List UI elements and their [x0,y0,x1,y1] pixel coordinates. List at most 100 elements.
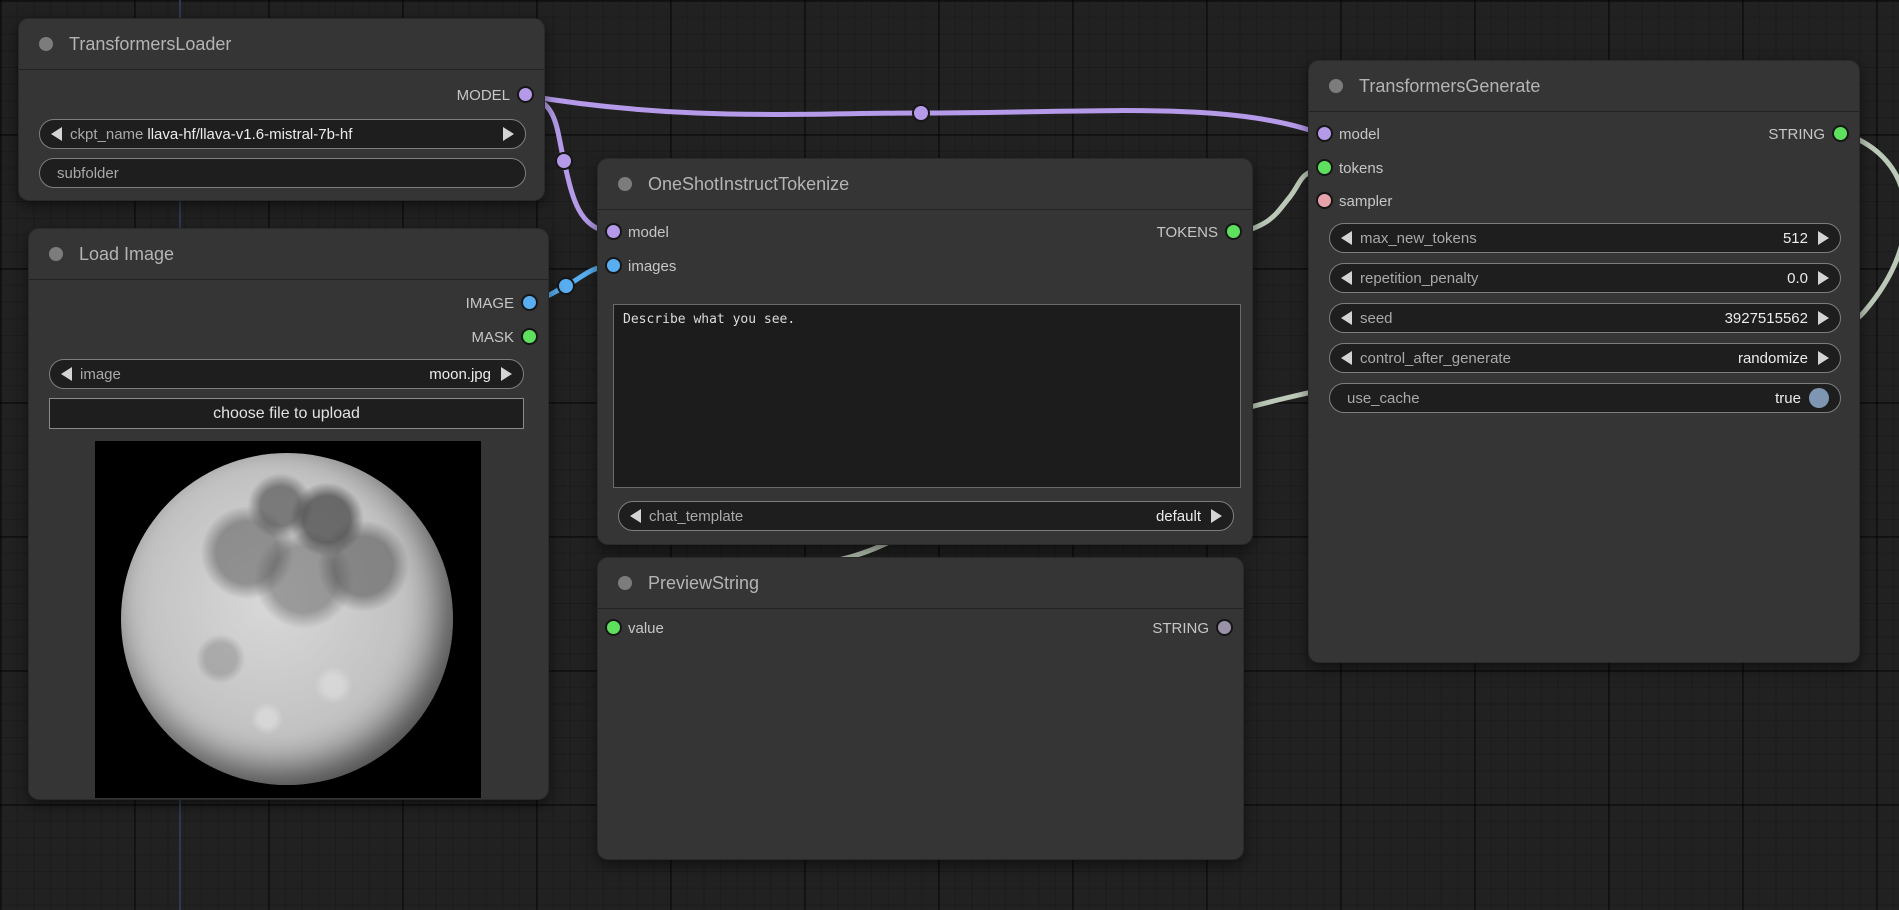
output-slot-image: IMAGE [466,291,548,317]
string-output-dot[interactable] [1218,621,1231,634]
node-transformers-loader[interactable]: TransformersLoader MODEL ckpt_name llava… [18,18,545,201]
repetition-penalty-widget[interactable]: repetition_penalty 0.0 [1329,263,1841,293]
seed-widget[interactable]: seed 3927515562 [1329,303,1841,333]
tokens-input-dot[interactable] [1318,161,1331,174]
node-status-icon [39,37,53,51]
increment-arrow-icon[interactable] [1211,509,1222,523]
subfolder-input[interactable]: subfolder [39,158,526,188]
link-model-to-generate [523,95,1321,134]
image-preview [95,441,481,798]
node-title: Load Image [79,229,174,279]
increment-arrow-icon[interactable] [1818,311,1829,325]
widget-value: randomize [1738,350,1808,367]
widget-value: default [1156,508,1201,525]
output-slot-model: MODEL [457,83,544,109]
input-label: value [628,620,664,637]
model-input-dot[interactable] [607,225,620,238]
widget-label: repetition_penalty [1360,270,1478,287]
widget-value: 3927515562 [1725,310,1808,327]
widget-label: ckpt_name [70,126,143,143]
input-slot-model: model [598,220,669,246]
widget-value: true [1775,390,1801,407]
node-header[interactable]: OneShotInstructTokenize [598,159,1252,210]
widget-value: moon.jpg [429,366,491,383]
node-header[interactable]: PreviewString [598,558,1243,609]
output-slot-tokens: TOKENS [1157,220,1252,246]
output-slot-mask: MASK [471,325,548,351]
decrement-arrow-icon[interactable] [51,127,62,141]
model-output-dot[interactable] [519,88,532,101]
node-header[interactable]: TransformersGenerate [1309,61,1859,112]
increment-arrow-icon[interactable] [501,367,512,381]
decrement-arrow-icon[interactable] [1341,351,1352,365]
input-label: sampler [1339,193,1392,210]
moon-image [121,453,453,785]
output-slot-string: STRING [1768,122,1859,148]
increment-arrow-icon[interactable] [503,127,514,141]
node-title: PreviewString [648,558,759,608]
node-title: TransformersLoader [69,19,231,69]
string-output-dot[interactable] [1834,127,1847,140]
ckpt-name-widget[interactable]: ckpt_name llava-hf/llava-v1.6-mistral-7b… [39,119,526,149]
input-label: model [628,224,669,241]
node-preview-string[interactable]: PreviewString value STRING [597,557,1244,860]
link-midpoint-dot[interactable] [913,105,929,121]
link-midpoint-dot[interactable] [558,278,574,294]
node-title: TransformersGenerate [1359,61,1540,111]
images-input-dot[interactable] [607,259,620,272]
decrement-arrow-icon[interactable] [630,509,641,523]
output-label: MODEL [457,87,510,104]
node-header[interactable]: TransformersLoader [19,19,544,70]
mask-output-dot[interactable] [523,330,536,343]
output-slot-string: STRING [1152,616,1243,642]
widget-label: seed [1360,310,1393,327]
image-select-widget[interactable]: image moon.jpg [49,359,524,389]
node-load-image[interactable]: Load Image IMAGE MASK image moon.jpg cho… [28,228,549,800]
widget-label: control_after_generate [1360,350,1511,367]
output-label: MASK [471,329,514,346]
input-slot-sampler: sampler [1309,189,1392,215]
decrement-arrow-icon[interactable] [1341,231,1352,245]
prompt-textarea[interactable]: Describe what you see. [613,304,1241,488]
widget-label: use_cache [1347,390,1420,407]
output-label: STRING [1152,620,1209,637]
input-slot-tokens: tokens [1309,156,1383,182]
widget-value: 0.0 [1787,270,1808,287]
node-graph-canvas[interactable]: { "colors": { "link_purple": "#b49ae8", … [0,0,1899,910]
decrement-arrow-icon[interactable] [1341,271,1352,285]
node-status-icon [618,177,632,191]
choose-file-button[interactable]: choose file to upload [49,398,524,429]
decrement-arrow-icon[interactable] [1341,311,1352,325]
output-label: TOKENS [1157,224,1218,241]
increment-arrow-icon[interactable] [1818,351,1829,365]
widget-label: chat_template [649,508,743,525]
node-transformers-generate[interactable]: TransformersGenerate model tokens sample… [1308,60,1860,663]
value-input-dot[interactable] [607,621,620,634]
image-output-dot[interactable] [523,296,536,309]
input-slot-value: value [598,616,664,642]
input-label: images [628,258,676,275]
decrement-arrow-icon[interactable] [61,367,72,381]
chat-template-widget[interactable]: chat_template default [618,501,1234,531]
widget-label: image [80,366,121,383]
toggle-knob[interactable] [1809,388,1829,408]
node-status-icon [1329,79,1343,93]
use-cache-toggle[interactable]: use_cache true [1329,383,1841,413]
tokens-output-dot[interactable] [1227,225,1240,238]
link-midpoint-dot[interactable] [556,153,572,169]
widget-label: subfolder [57,165,119,182]
node-oneshot-instruct-tokenize[interactable]: OneShotInstructTokenize model images TOK… [597,158,1253,545]
node-status-icon [618,576,632,590]
widget-value: llava-hf/llava-v1.6-mistral-7b-hf [147,126,352,143]
model-input-dot[interactable] [1318,127,1331,140]
increment-arrow-icon[interactable] [1818,231,1829,245]
input-label: model [1339,126,1380,143]
node-header[interactable]: Load Image [29,229,548,280]
increment-arrow-icon[interactable] [1818,271,1829,285]
input-label: tokens [1339,160,1383,177]
widget-label: max_new_tokens [1360,230,1477,247]
control-after-generate-widget[interactable]: control_after_generate randomize [1329,343,1841,373]
widget-value: 512 [1783,230,1808,247]
max-new-tokens-widget[interactable]: max_new_tokens 512 [1329,223,1841,253]
sampler-input-dot[interactable] [1318,194,1331,207]
